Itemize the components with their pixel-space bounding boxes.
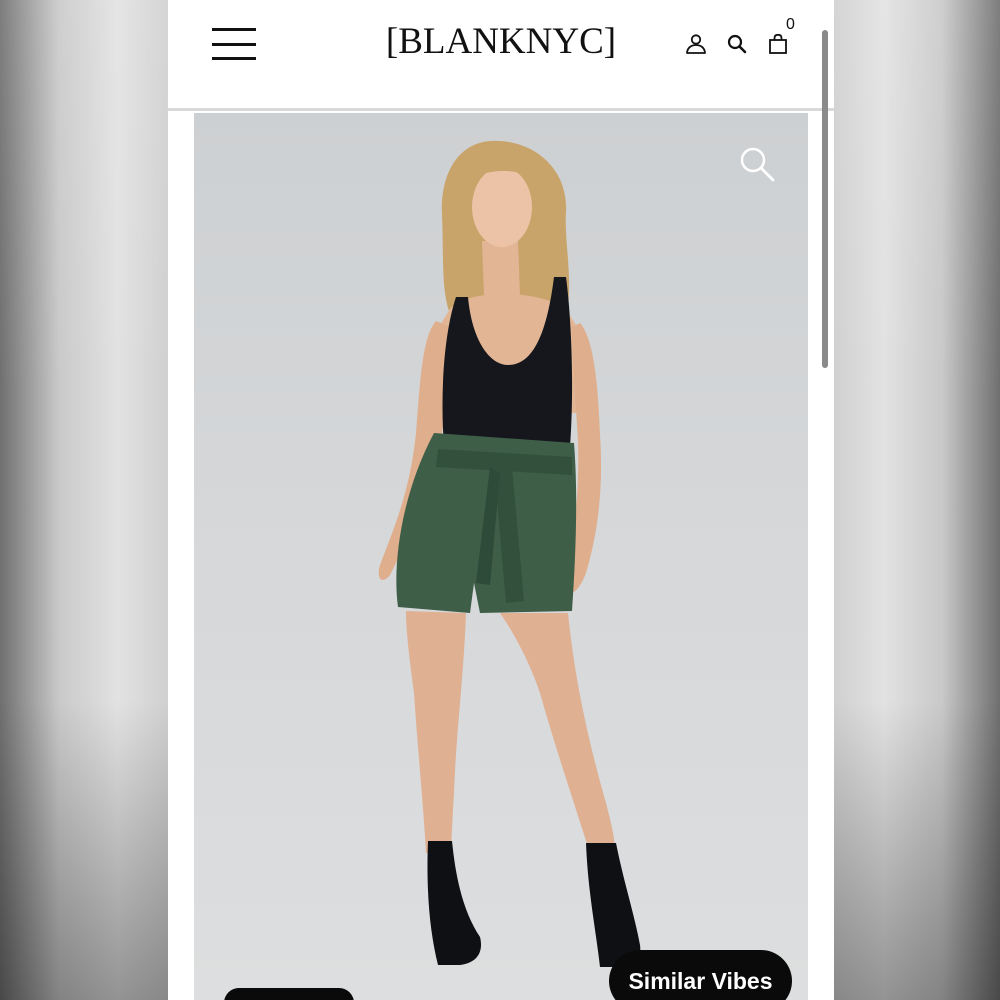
- user-icon[interactable]: [684, 32, 708, 56]
- backdrop-right: [834, 0, 1000, 1000]
- backdrop-left: [0, 0, 168, 1000]
- bag-icon[interactable]: [766, 32, 790, 56]
- phone-screen: [BLANKNYC] 0 Similar Vibes: [168, 0, 834, 1000]
- cart-count-badge: 0: [786, 16, 795, 33]
- product-image[interactable]: [194, 113, 808, 1000]
- similar-vibes-button[interactable]: Similar Vibes: [609, 950, 792, 1000]
- menu-icon[interactable]: [212, 28, 256, 60]
- bottom-action-pill[interactable]: [224, 988, 354, 1000]
- scrollbar[interactable]: [822, 30, 828, 368]
- site-header: [BLANKNYC] 0: [168, 0, 834, 111]
- zoom-icon[interactable]: [738, 145, 778, 185]
- brand-logo[interactable]: [BLANKNYC]: [368, 20, 634, 64]
- search-icon[interactable]: [725, 32, 749, 56]
- model-photo: [378, 140, 641, 967]
